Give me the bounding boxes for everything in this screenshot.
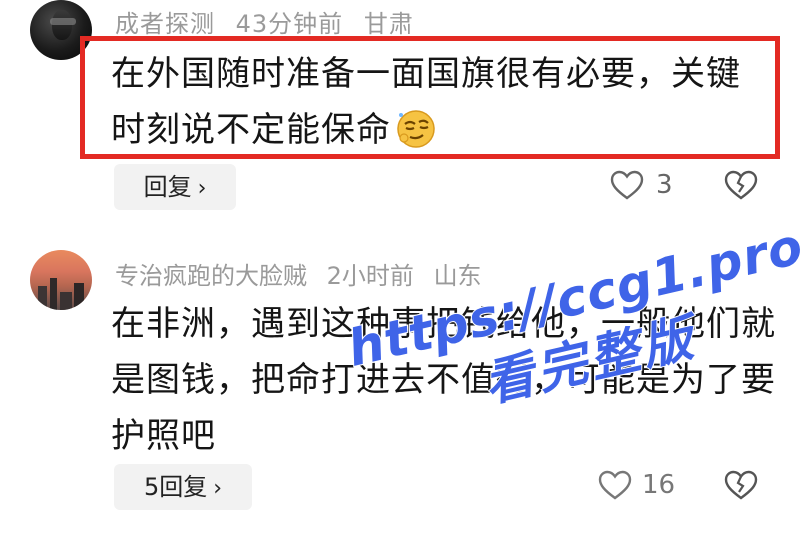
comment-text[interactable]: 在非洲，遇到这种事把钱给他，一般他们就是图钱，把命打进去不值得，可能是为了要护照… xyxy=(111,296,791,464)
username[interactable]: 成者探测 xyxy=(115,10,215,38)
comment-meta: 专治疯跑的大脸贼 2小时前 山东 xyxy=(115,256,494,291)
timestamp: 43分钟前 xyxy=(235,10,344,38)
timestamp: 2小时前 xyxy=(326,262,414,290)
like-button[interactable]: 3 xyxy=(610,170,673,200)
reply-label: 5回复 xyxy=(143,473,208,501)
like-count: 3 xyxy=(656,170,673,200)
comment-meta: 成者探测 43分钟前 甘肃 xyxy=(115,4,426,39)
location: 甘肃 xyxy=(363,10,414,38)
chevron-right-icon: › xyxy=(213,476,223,501)
dislike-button[interactable] xyxy=(724,470,758,504)
comment-text[interactable]: 在外国随时准备一面国旗很有必要，关键时刻说不定能保命 xyxy=(111,46,771,158)
location: 山东 xyxy=(433,262,482,290)
chevron-right-icon: › xyxy=(197,176,207,201)
dislike-button[interactable] xyxy=(724,170,758,204)
reply-button[interactable]: 回复 › xyxy=(114,164,236,210)
like-button[interactable]: 16 xyxy=(598,470,675,500)
username[interactable]: 专治疯跑的大脸贼 xyxy=(115,262,307,290)
reply-button[interactable]: 5回复 › xyxy=(114,464,252,510)
heart-outline-icon xyxy=(598,470,632,500)
like-count: 16 xyxy=(642,470,676,500)
avatar[interactable] xyxy=(30,250,92,310)
comment-thread: 成者探测 43分钟前 甘肃 在外国随时准备一面国旗很有必要，关键时刻说不定能保命… xyxy=(0,0,800,536)
smirking-face-emoji-icon xyxy=(397,110,435,148)
reply-label: 回复 xyxy=(143,173,192,201)
broken-heart-icon xyxy=(724,170,758,200)
broken-heart-icon xyxy=(724,470,758,500)
heart-outline-icon xyxy=(610,170,644,200)
